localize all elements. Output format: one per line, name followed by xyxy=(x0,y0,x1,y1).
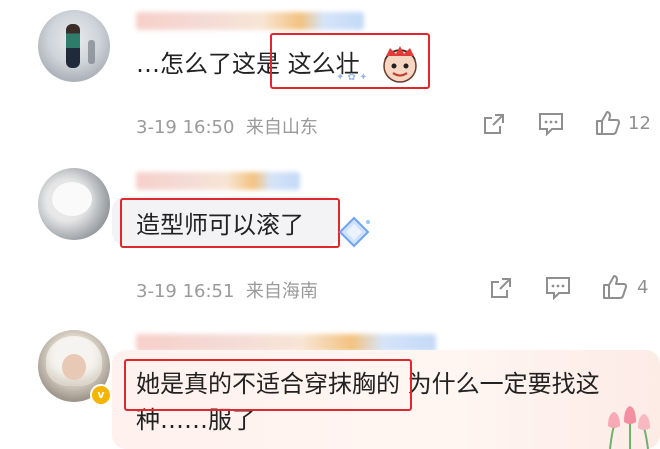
avatar[interactable] xyxy=(38,10,110,82)
verified-badge: v xyxy=(90,384,112,406)
share-icon[interactable] xyxy=(489,276,513,300)
like-count: 12 xyxy=(628,113,651,134)
svg-text:✦ ✿ ✦: ✦ ✿ ✦ xyxy=(336,72,368,83)
share-icon[interactable] xyxy=(482,112,506,136)
comment-icon[interactable] xyxy=(538,112,564,136)
avatar[interactable] xyxy=(38,168,110,240)
sticker-emoji: ✦ ✿ ✦ xyxy=(336,46,417,83)
username-blurred[interactable] xyxy=(136,12,364,30)
comment-text-rest: 为什么一定要找这 xyxy=(400,370,600,398)
comment-text-plain: …怎么了这是 xyxy=(136,50,288,78)
comment-meta: 3-19 16:51 来自海南 xyxy=(136,277,318,303)
username-blurred[interactable] xyxy=(136,172,300,190)
comment-meta: 3-19 16:50 来自山东 xyxy=(136,113,318,139)
gem-sticker xyxy=(338,216,370,248)
comment-location: 来自山东 xyxy=(245,117,318,138)
comment-date: 3-19 16:51 xyxy=(136,281,235,302)
comment-date: 3-19 16:50 xyxy=(136,117,235,138)
like-count: 4 xyxy=(637,277,649,298)
comment-icon[interactable] xyxy=(545,276,571,300)
thumbs-up-icon[interactable] xyxy=(602,274,628,300)
highlight-box xyxy=(124,359,412,411)
highlight-box xyxy=(120,198,340,248)
thumbs-up-icon[interactable] xyxy=(595,110,621,136)
comment-location: 来自海南 xyxy=(245,281,318,302)
flower-sticker xyxy=(608,406,650,449)
